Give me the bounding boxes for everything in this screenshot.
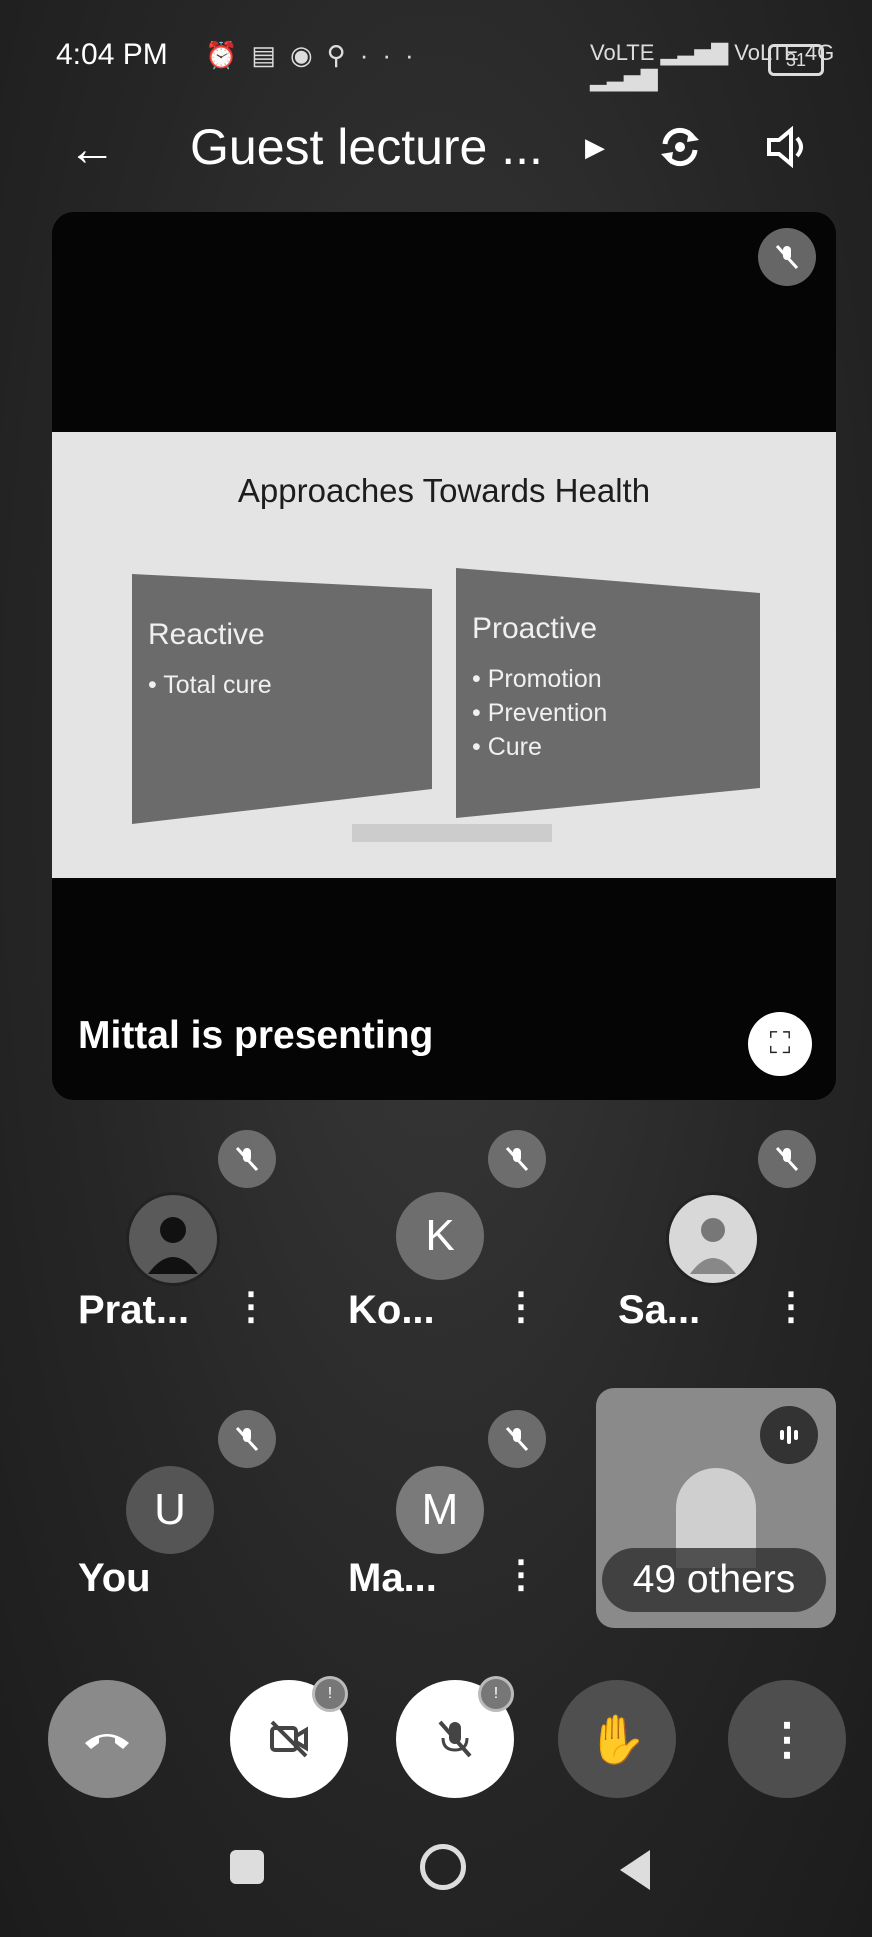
participant-tile[interactable]: Prat... ⋮ — [52, 1120, 312, 1390]
others-count: 49 others — [602, 1548, 826, 1612]
hand-icon: ✋ — [587, 1713, 647, 1767]
participant-name: Prat... — [78, 1288, 190, 1332]
more-options-button[interactable]: ⋮ — [728, 1680, 846, 1798]
mic-warning-badge: ! — [478, 1676, 514, 1712]
mic-toggle-button[interactable]: ! — [396, 1676, 514, 1798]
proactive-item: • Promotion — [472, 665, 602, 693]
presentation-tile[interactable]: Approaches Towards Health Reactive • Tot… — [52, 212, 836, 1100]
fullscreen-button[interactable]: ⛶ — [748, 1012, 812, 1076]
participant-tile[interactable]: K Ko... ⋮ — [322, 1120, 582, 1390]
camera-toggle-button[interactable]: ! — [230, 1676, 348, 1798]
status-bar: 4:04 PM ⏰▤◉⚲··· VoLTE ▂▃▅▇ VoLTE 4G ▂▃▅▇… — [0, 0, 872, 110]
more-options-button[interactable]: ⋮ — [502, 1552, 540, 1597]
audio-output-button[interactable] — [758, 117, 818, 177]
participant-tile[interactable]: U You — [52, 1400, 312, 1670]
proactive-item: • Cure — [472, 733, 542, 761]
mic-off-icon — [488, 1410, 546, 1468]
reactive-panel: Reactive • Total cure — [132, 574, 432, 824]
more-options-button[interactable]: ⋮ — [232, 1284, 270, 1329]
status-icons: ⏰▤◉⚲··· — [205, 40, 428, 71]
screen-share-notice — [352, 824, 552, 842]
more-options-button[interactable]: ⋮ — [772, 1284, 810, 1329]
more-options-button[interactable]: ⋮ — [502, 1284, 540, 1329]
shared-slide: Approaches Towards Health Reactive • Tot… — [52, 432, 836, 878]
participant-tile[interactable]: Sa... ⋮ — [592, 1120, 852, 1390]
back-nav-button[interactable] — [620, 1850, 650, 1890]
recents-button[interactable] — [230, 1850, 264, 1884]
participant-name: You — [78, 1556, 151, 1600]
camera-switch-icon — [661, 127, 699, 167]
end-call-button[interactable] — [48, 1680, 166, 1798]
back-button[interactable]: ← — [68, 122, 116, 177]
avatar: K — [396, 1192, 484, 1280]
location-icon: ⚲ — [326, 40, 360, 70]
mic-off-icon — [218, 1410, 276, 1468]
avatar: M — [396, 1466, 484, 1554]
arrow-left-icon: ← — [68, 123, 116, 176]
reactive-heading: Reactive — [148, 618, 265, 651]
mic-off-icon — [758, 1130, 816, 1188]
battery-icon: 31 — [768, 44, 824, 76]
proactive-heading: Proactive — [472, 612, 598, 645]
audio-level-icon — [760, 1406, 818, 1464]
alarm-icon: ⏰ — [205, 40, 252, 70]
more-vert-icon: ⋮ — [765, 1714, 809, 1764]
others-tile[interactable]: 49 others — [596, 1388, 836, 1628]
mic-off-icon — [218, 1130, 276, 1188]
mic-off-icon — [488, 1130, 546, 1188]
participant-name: Ma... — [348, 1556, 437, 1600]
mic-off-icon — [758, 228, 816, 286]
camera-warning-badge: ! — [312, 1676, 348, 1712]
message-icon: ▤ — [251, 40, 290, 70]
participant-tile[interactable]: M Ma... ⋮ — [322, 1400, 582, 1670]
chrome-icon: ◉ — [289, 40, 327, 70]
phone-hangup-icon — [85, 1734, 129, 1749]
avatar: U — [126, 1466, 214, 1554]
avatar — [126, 1192, 220, 1286]
proactive-panel: Proactive • Promotion • Prevention • Cur… — [456, 568, 760, 818]
mic-off-icon — [438, 1720, 472, 1758]
battery-level: 31 — [785, 50, 807, 70]
switch-camera-button[interactable] — [650, 117, 710, 177]
reactive-item: • Total cure — [148, 671, 272, 699]
raise-hand-button[interactable]: ✋ — [558, 1680, 676, 1798]
slide-title: Approaches Towards Health — [237, 472, 651, 509]
meeting-title[interactable]: Guest lecture ... — [190, 118, 543, 176]
chevron-right-icon[interactable]: ▶ — [585, 132, 605, 163]
avatar — [666, 1192, 760, 1286]
presenting-label: Mittal is presenting — [78, 1014, 434, 1057]
speaker-icon — [767, 125, 803, 169]
fullscreen-icon: ⛶ — [769, 1027, 791, 1060]
home-button[interactable] — [420, 1844, 466, 1890]
camera-off-icon — [270, 1720, 308, 1758]
participant-name: Ko... — [348, 1288, 435, 1332]
proactive-item: • Prevention — [472, 699, 608, 727]
status-time: 4:04 PM — [56, 38, 168, 71]
participant-name: Sa... — [618, 1288, 701, 1332]
more-icon: ··· — [359, 40, 428, 70]
signal-icon: VoLTE ▂▃▅▇ VoLTE 4G ▂▃▅▇ — [590, 40, 835, 91]
